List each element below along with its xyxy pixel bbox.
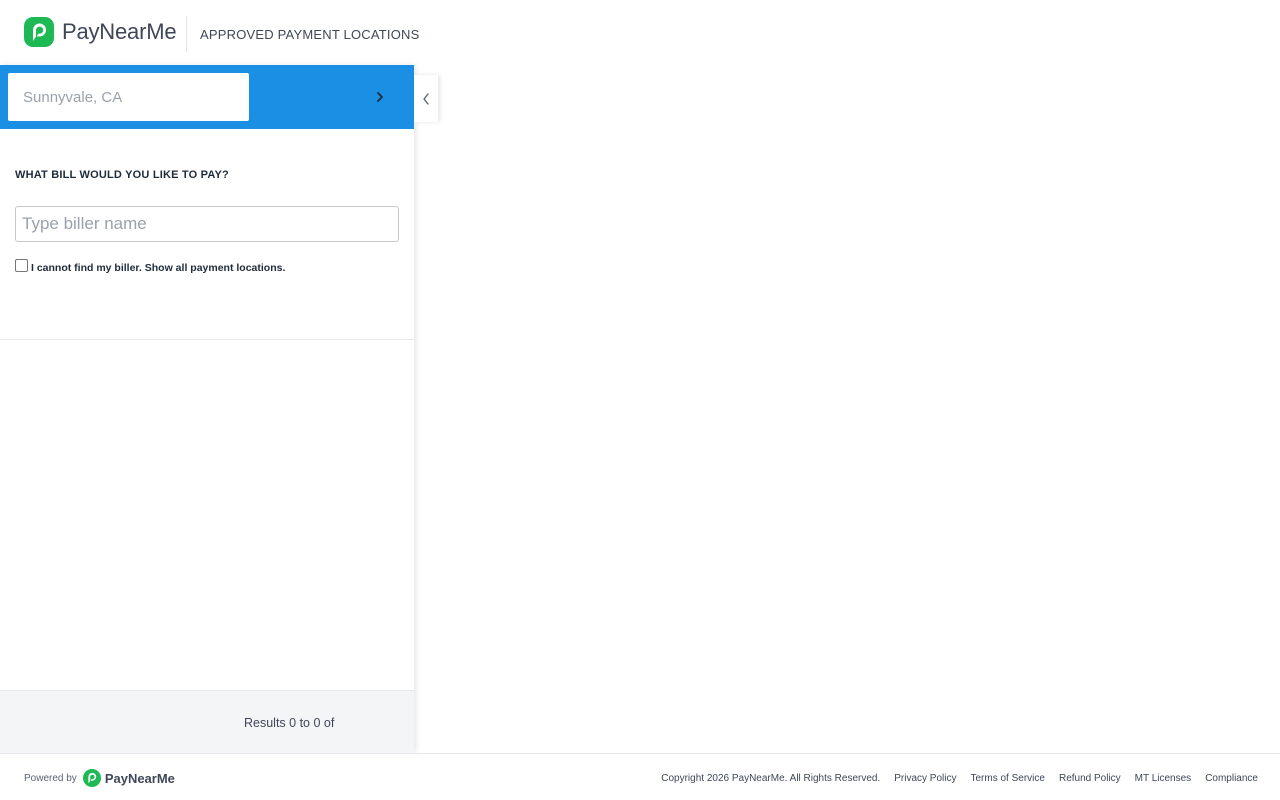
location-search-bar — [0, 65, 414, 129]
privacy-policy-link[interactable]: Privacy Policy — [894, 773, 956, 784]
brand-logo[interactable]: PayNearMe — [24, 17, 177, 47]
paynearme-logo-icon — [82, 769, 101, 787]
paynearme-logo-icon — [24, 17, 54, 47]
page-header: PayNearMe APPROVED PAYMENT LOCATIONS — [0, 0, 1280, 65]
location-input[interactable] — [8, 73, 249, 121]
header-divider — [186, 16, 187, 52]
chevron-right-icon — [377, 92, 383, 102]
search-go-button[interactable] — [366, 85, 394, 109]
mt-licenses-link[interactable]: MT Licenses — [1135, 773, 1192, 784]
powered-by[interactable]: Powered by PayNearMe — [24, 769, 175, 787]
biller-name-input[interactable] — [15, 206, 399, 242]
page-title: APPROVED PAYMENT LOCATIONS — [200, 27, 420, 42]
footer-links: Copyright 2026 PayNearMe. All Rights Res… — [647, 773, 1258, 784]
copyright-text: Copyright 2026 PayNearMe. All Rights Res… — [661, 773, 881, 784]
terms-of-service-link[interactable]: Terms of Service — [971, 773, 1045, 784]
bill-heading: WHAT BILL WOULD YOU LIKE TO PAY? — [15, 169, 229, 181]
location-panel: WHAT BILL WOULD YOU LIKE TO PAY? I canno… — [0, 65, 414, 753]
chevron-left-icon — [423, 92, 429, 105]
results-bar: Results 0 to 0 of — [0, 690, 414, 753]
powered-by-brand: PayNearMe — [104, 770, 175, 786]
show-all-locations-row[interactable]: I cannot find my biller. Show all paymen… — [15, 259, 285, 274]
results-count: Results 0 to 0 of — [244, 716, 335, 730]
powered-by-label: Powered by — [24, 772, 77, 784]
collapse-panel-button[interactable] — [414, 75, 438, 122]
page-footer: Powered by PayNearMe Copyright 2026 PayN… — [0, 753, 1280, 800]
compliance-link[interactable]: Compliance — [1205, 773, 1258, 784]
refund-policy-link[interactable]: Refund Policy — [1059, 773, 1121, 784]
bill-section: WHAT BILL WOULD YOU LIKE TO PAY? I canno… — [0, 129, 414, 340]
show-all-locations-label[interactable]: I cannot find my biller. Show all paymen… — [31, 262, 285, 274]
show-all-locations-checkbox[interactable] — [15, 259, 28, 272]
brand-name: PayNearMe — [62, 19, 177, 44]
